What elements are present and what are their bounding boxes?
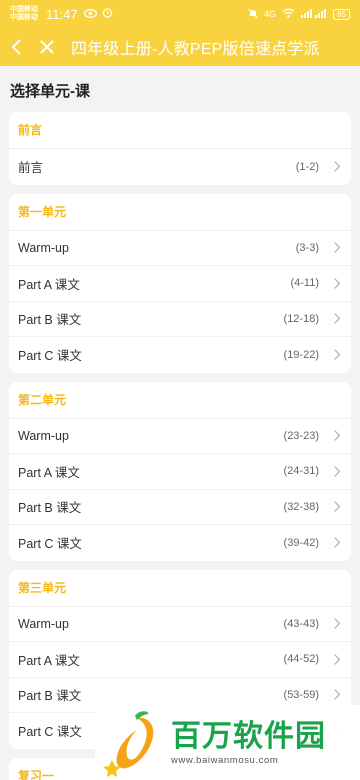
lesson-row[interactable]: Part C 课文 (39-42) bbox=[9, 525, 351, 561]
carrier-1: 中国移动 bbox=[10, 6, 38, 13]
unit-list: 前言 前言 (1-2) 第一单元 Warm-up (3-3) Part A 课文 (4-11)… bbox=[9, 112, 351, 780]
chevron-right-icon bbox=[327, 618, 341, 629]
unit-title: 前言 bbox=[9, 112, 351, 149]
lesson-name: Part C 课文 bbox=[18, 349, 82, 364]
lesson-name: Part C 课文 bbox=[18, 725, 82, 740]
lesson-row[interactable]: Part A 课文 (4-11) bbox=[9, 266, 351, 302]
wifi-icon bbox=[282, 8, 295, 20]
lesson-page-range: (12-18) bbox=[283, 312, 319, 325]
lesson-row[interactable]: Part B 课文 (12-18) bbox=[9, 302, 351, 337]
lesson-page-range: (24-31) bbox=[283, 465, 319, 478]
lesson-name: Warm-up bbox=[18, 240, 69, 255]
status-time: 11:47 bbox=[46, 6, 78, 22]
unit-title: 第二单元 bbox=[9, 382, 351, 419]
lesson-page-range: (43-43) bbox=[283, 617, 319, 630]
unit-card: 第一单元 Warm-up (3-3) Part A 课文 (4-11) Part B 课文… bbox=[9, 193, 351, 373]
lesson-name: Part A 课文 bbox=[18, 653, 80, 668]
carrier-labels: 中国移动 中国移动 bbox=[10, 6, 42, 22]
chevron-right-icon bbox=[327, 349, 341, 360]
lesson-name: Warm-up bbox=[18, 616, 69, 631]
unit-title: 第一单元 bbox=[9, 194, 351, 231]
lesson-row[interactable]: Part A 课文 (24-31) bbox=[9, 454, 351, 490]
chevron-right-icon bbox=[327, 430, 341, 441]
lesson-row[interactable]: Warm-up (3-3) bbox=[9, 231, 351, 266]
chevron-right-icon bbox=[327, 313, 341, 324]
lesson-page-range: (1-2) bbox=[295, 160, 319, 173]
lesson-name: Part B 课文 bbox=[18, 689, 82, 704]
chevron-right-icon bbox=[327, 689, 341, 700]
lesson-page-range: (44-52) bbox=[283, 653, 319, 666]
signal-icon bbox=[301, 8, 327, 20]
watermark-name: 百万软件园 bbox=[171, 719, 326, 753]
battery-icon: 85 bbox=[333, 8, 350, 20]
lesson-row[interactable]: 前言 (1-2) bbox=[9, 149, 351, 185]
lesson-row[interactable]: Part B 课文 (32-38) bbox=[9, 490, 351, 525]
back-icon[interactable] bbox=[2, 28, 30, 66]
lesson-name: Part B 课文 bbox=[18, 313, 82, 328]
chevron-right-icon bbox=[327, 161, 341, 172]
lesson-name: Part A 课文 bbox=[18, 465, 80, 480]
chevron-right-icon bbox=[327, 466, 341, 477]
watermark-url: www.baiwanmosu.com bbox=[171, 754, 279, 766]
lesson-name: Part A 课文 bbox=[18, 277, 80, 292]
lesson-page-range: (4-11) bbox=[290, 277, 319, 290]
carrier-2: 中国移动 bbox=[10, 14, 38, 21]
unit-title: 第三单元 bbox=[9, 570, 351, 607]
lesson-page-range: (3-3) bbox=[295, 241, 319, 254]
status-bar: 中国移动 中国移动 11:47 4G 85 bbox=[0, 0, 360, 28]
mute-icon bbox=[248, 8, 259, 21]
section-heading: 选择单元-课 bbox=[10, 83, 90, 100]
lesson-row[interactable]: Part C 课文 (19-22) bbox=[9, 337, 351, 373]
lesson-page-range: (53-59) bbox=[283, 688, 319, 701]
close-icon[interactable] bbox=[33, 28, 61, 66]
lesson-page-range: (39-42) bbox=[283, 536, 319, 549]
page-title: 四年级上册-人教PEP版倍速点学派 bbox=[71, 41, 320, 58]
unit-card: 第二单元 Warm-up (23-23) Part A 课文 (24-31) Part B… bbox=[9, 381, 351, 561]
chevron-right-icon bbox=[327, 654, 341, 665]
lesson-row[interactable]: Warm-up (43-43) bbox=[9, 607, 351, 642]
toolbar: 四年级上册-人教PEP版倍速点学派 bbox=[0, 28, 360, 66]
watermark: 百万软件园 www.baiwanmosu.com bbox=[95, 705, 360, 780]
lesson-name: Part C 课文 bbox=[18, 537, 82, 552]
lesson-row[interactable]: Part A 课文 (44-52) bbox=[9, 642, 351, 678]
watermark-logo-icon bbox=[103, 710, 154, 777]
lesson-page-range: (23-23) bbox=[283, 429, 319, 442]
chevron-right-icon bbox=[327, 242, 341, 253]
lesson-page-range: (32-38) bbox=[283, 500, 319, 513]
lesson-name: Warm-up bbox=[18, 428, 69, 443]
lesson-name: Part B 课文 bbox=[18, 501, 82, 516]
lesson-name: 前言 bbox=[18, 161, 44, 176]
chevron-right-icon bbox=[327, 537, 341, 548]
network-type: 4G bbox=[264, 9, 277, 19]
unit-card: 前言 前言 (1-2) bbox=[9, 112, 351, 185]
chevron-right-icon bbox=[327, 278, 341, 289]
alarm-icon bbox=[102, 5, 113, 23]
lesson-page-range: (19-22) bbox=[283, 348, 319, 361]
lesson-row[interactable]: Warm-up (23-23) bbox=[9, 419, 351, 454]
chevron-right-icon bbox=[327, 501, 341, 512]
eye-icon bbox=[83, 5, 97, 23]
